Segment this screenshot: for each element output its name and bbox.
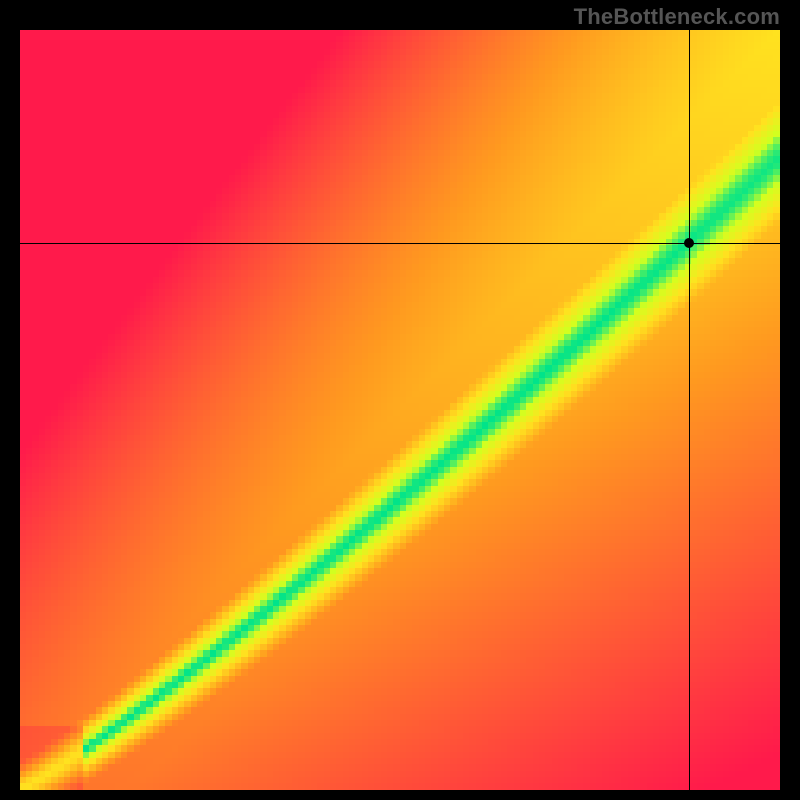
chart-frame: TheBottleneck.com	[0, 0, 800, 800]
heatmap-plot	[20, 30, 780, 790]
heatmap-canvas	[20, 30, 780, 790]
watermark-text: TheBottleneck.com	[574, 4, 780, 30]
